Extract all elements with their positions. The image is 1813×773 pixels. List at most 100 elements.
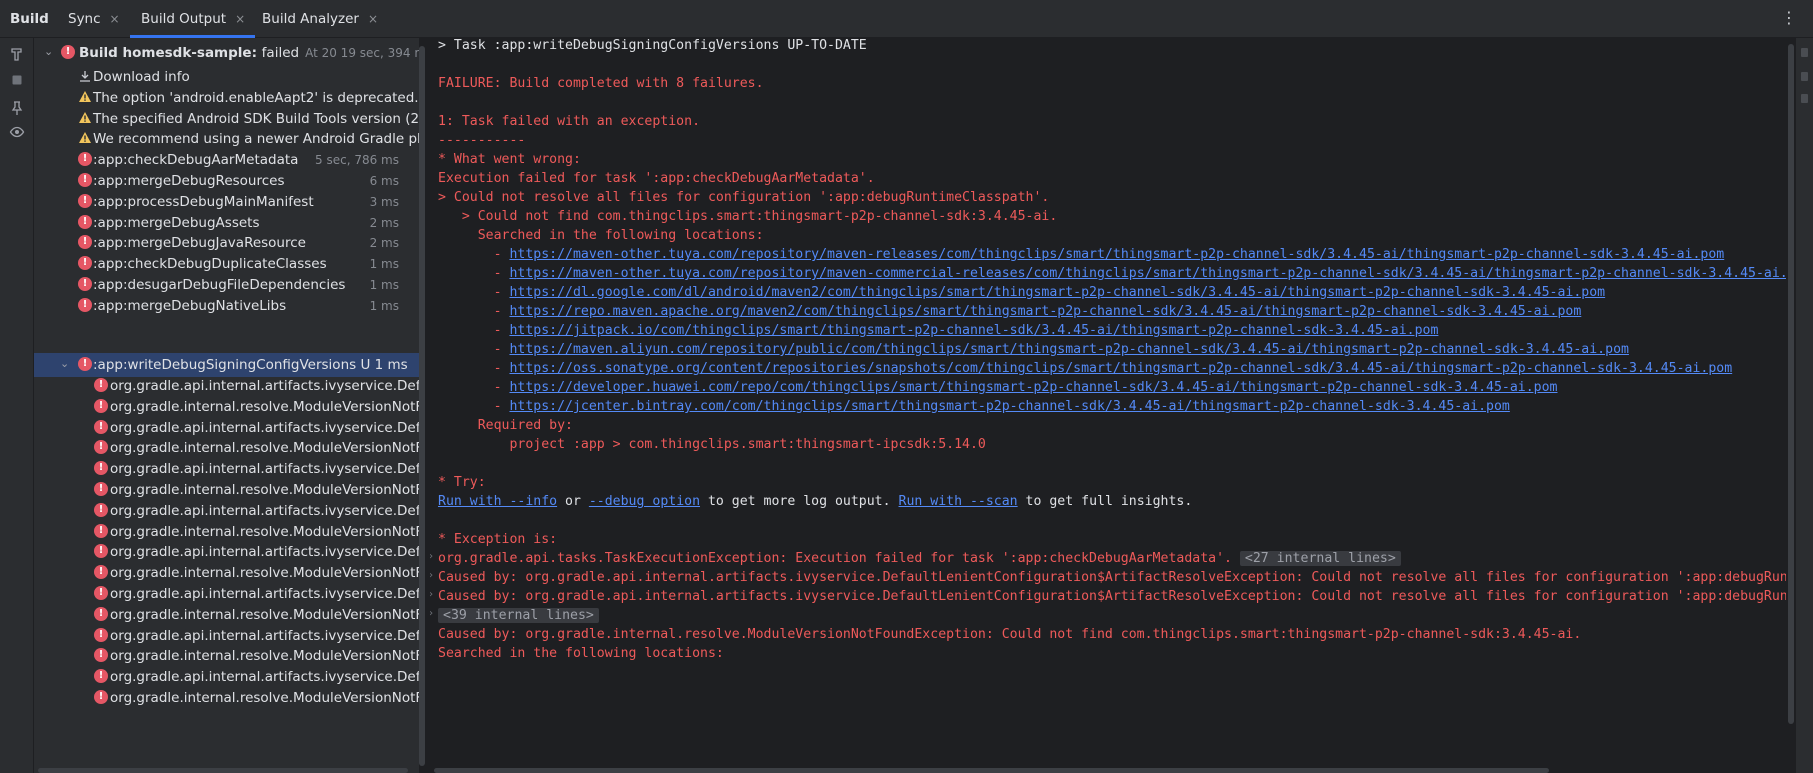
tree-item-duration: 6 ms xyxy=(369,174,399,188)
marker-icon[interactable] xyxy=(1801,94,1808,103)
tree-item-label: :app:checkDebugAarMetadata xyxy=(93,152,299,169)
repository-link[interactable]: https://maven-other.tuya.com/repository/… xyxy=(509,266,1786,281)
close-icon[interactable]: × xyxy=(110,12,120,26)
build-time: At 20 19 sec, 394 ms xyxy=(305,46,419,60)
error-icon: ! xyxy=(78,357,92,371)
error-icon: ! xyxy=(94,690,108,704)
tree-horizontal-scrollbar[interactable] xyxy=(38,768,408,773)
tree-item-label: org.gradle.internal.resolve.ModuleVersio… xyxy=(110,648,419,665)
internal-lines-fold[interactable]: <27 internal lines> xyxy=(1239,551,1401,566)
error-icon: ! xyxy=(94,378,108,392)
tree-item-label: org.gradle.api.internal.artifacts.ivyser… xyxy=(110,378,419,394)
console-vertical-scrollbar[interactable] xyxy=(1788,44,1794,724)
tree-item-label: :app:mergeDebugResources xyxy=(93,173,285,189)
error-icon: ! xyxy=(94,544,108,559)
error-icon: ! xyxy=(78,256,92,271)
caused-by-line: Caused by: org.gradle.api.internal.artif… xyxy=(438,589,1786,604)
tree-item-duration: 1 ms xyxy=(369,278,399,292)
expand-arrow-icon[interactable]: › xyxy=(428,570,434,581)
error-icon: ! xyxy=(78,214,92,229)
error-icon: ! xyxy=(94,419,108,434)
tree-item-duration: 2 ms xyxy=(369,236,399,251)
download-icon xyxy=(78,69,92,83)
repository-link[interactable]: https://jitpack.io/com/thingclips/smart/… xyxy=(509,323,1438,338)
tree-item-label: :app:processDebugMainManifest xyxy=(93,193,314,210)
tree-item-label: :app:writeDebugSigningConfigVersions U 1… xyxy=(93,357,408,373)
tree-item-label: :app:checkDebugDuplicateClasses xyxy=(93,256,327,273)
error-icon: ! xyxy=(94,648,108,663)
tree-item-label: org.gradle.internal.resolve.ModuleVersio… xyxy=(110,690,419,706)
tree-item-label: org.gradle.api.internal.artifacts.ivyser… xyxy=(110,544,419,561)
repository-link[interactable]: https://repo.maven.apache.org/maven2/com… xyxy=(509,304,1581,319)
pin-icon[interactable] xyxy=(9,100,25,116)
failure-line: FAILURE: Build completed with 8 failures… xyxy=(438,76,764,91)
marker-icon[interactable] xyxy=(1801,72,1808,81)
expand-arrow-icon[interactable]: › xyxy=(428,551,434,562)
repository-link[interactable]: https://developer.huawei.com/repo/com/th… xyxy=(509,380,1557,395)
error-icon: ! xyxy=(94,398,108,413)
marker-icon[interactable] xyxy=(1801,48,1808,57)
tree-root-row[interactable]: ⌄ ! Build homesdk-sample: failed At 20 19… xyxy=(34,41,419,65)
error-icon: ! xyxy=(78,193,92,208)
warning-icon xyxy=(78,90,92,104)
run-with-info-link[interactable]: Run with --info xyxy=(438,494,557,509)
console-horizontal-scrollbar[interactable] xyxy=(434,768,1549,773)
tab-sync[interactable]: Sync × xyxy=(68,0,120,38)
error-icon: ! xyxy=(94,502,108,517)
error-icon: ! xyxy=(94,669,108,684)
expand-arrow-icon[interactable]: › xyxy=(428,589,434,600)
repository-link[interactable]: https://maven.aliyun.com/repository/publ… xyxy=(509,342,1628,357)
tree-item-duration: 1 ms xyxy=(369,257,399,272)
error-icon: ! xyxy=(78,152,92,167)
repository-link[interactable]: https://maven-other.tuya.com/repository/… xyxy=(509,247,1724,262)
eye-icon[interactable] xyxy=(9,124,25,140)
error-icon: ! xyxy=(94,440,108,455)
error-icon: ! xyxy=(94,482,108,496)
tree-item-label: org.gradle.internal.resolve.ModuleVersio… xyxy=(110,606,419,623)
tree-child-item[interactable]: ! org.gradle.internal.resolve.ModuleVersi… xyxy=(34,686,419,710)
error-icon: ! xyxy=(94,523,108,538)
tab-sync-label: Sync xyxy=(68,11,101,27)
tree-item[interactable]: !:app:mergeDebugNativeLibs 1 ms xyxy=(34,294,419,318)
close-icon[interactable]: × xyxy=(368,12,378,26)
hammer-icon[interactable] xyxy=(9,46,25,62)
chevron-down-icon[interactable]: ⌄ xyxy=(44,45,53,58)
tree-item-label: org.gradle.api.internal.artifacts.ivyser… xyxy=(110,627,419,644)
tree-item-label: org.gradle.internal.resolve.ModuleVersio… xyxy=(110,565,419,582)
error-icon: ! xyxy=(78,277,92,291)
error-icon: ! xyxy=(94,565,108,580)
repository-link[interactable]: https://dl.google.com/dl/android/maven2/… xyxy=(509,285,1605,300)
repository-link[interactable]: https://jcenter.bintray.com/com/thingcli… xyxy=(509,399,1509,414)
task-line: > Task :app:writeDebugSigningConfigVersi… xyxy=(438,38,867,53)
error-icon: ! xyxy=(78,297,92,312)
tree-item-label: Download info xyxy=(93,69,190,85)
debug-option-link[interactable]: --debug option xyxy=(589,494,700,509)
tree-item-label: org.gradle.api.internal.artifacts.ivyser… xyxy=(110,461,419,478)
close-icon[interactable]: × xyxy=(235,12,245,26)
tree-item-label: The specified Android SDK Build Tools ve… xyxy=(93,110,419,127)
tree-item-duration: 1 ms xyxy=(369,298,399,313)
run-with-scan-link[interactable]: Run with --scan xyxy=(899,494,1018,509)
build-status: failed xyxy=(261,45,300,61)
tab-build-output[interactable]: Build Output × xyxy=(130,0,256,38)
tree-item-label: org.gradle.internal.resolve.ModuleVersio… xyxy=(110,398,419,415)
chevron-down-icon[interactable]: ⌄ xyxy=(60,357,69,370)
build-tree: ⌄ ! Build homesdk-sample: failed At 20 19… xyxy=(34,38,419,773)
tree-item-label: :app:desugarDebugFileDependencies xyxy=(93,277,346,293)
repository-link[interactable]: https://oss.sonatype.org/content/reposit… xyxy=(509,361,1732,376)
tree-item-duration: 3 ms xyxy=(369,194,399,209)
tree-item-label: :app:mergeDebugAssets xyxy=(93,214,260,231)
stop-icon[interactable] xyxy=(9,72,25,88)
tab-build-output-label: Build Output xyxy=(141,11,227,27)
internal-lines-fold[interactable]: <39 internal lines> xyxy=(438,608,599,623)
more-options-icon[interactable]: ⋮ xyxy=(1781,8,1797,27)
tree-item-label: org.gradle.api.internal.artifacts.ivyser… xyxy=(110,502,419,519)
expand-arrow-icon[interactable]: › xyxy=(428,608,434,619)
project-line: project :app > com.thingclips.smart:thin… xyxy=(438,437,986,452)
error-icon: ! xyxy=(94,606,108,621)
tree-item-label: org.gradle.internal.resolve.ModuleVersio… xyxy=(110,482,419,498)
tab-build-analyzer[interactable]: Build Analyzer × xyxy=(262,0,378,38)
tree-item-label: The option 'android.enableAapt2' is depr… xyxy=(93,89,419,106)
tree-item-label: org.gradle.api.internal.artifacts.ivyser… xyxy=(110,586,419,602)
tree-item-label: org.gradle.api.internal.artifacts.ivyser… xyxy=(110,419,419,436)
